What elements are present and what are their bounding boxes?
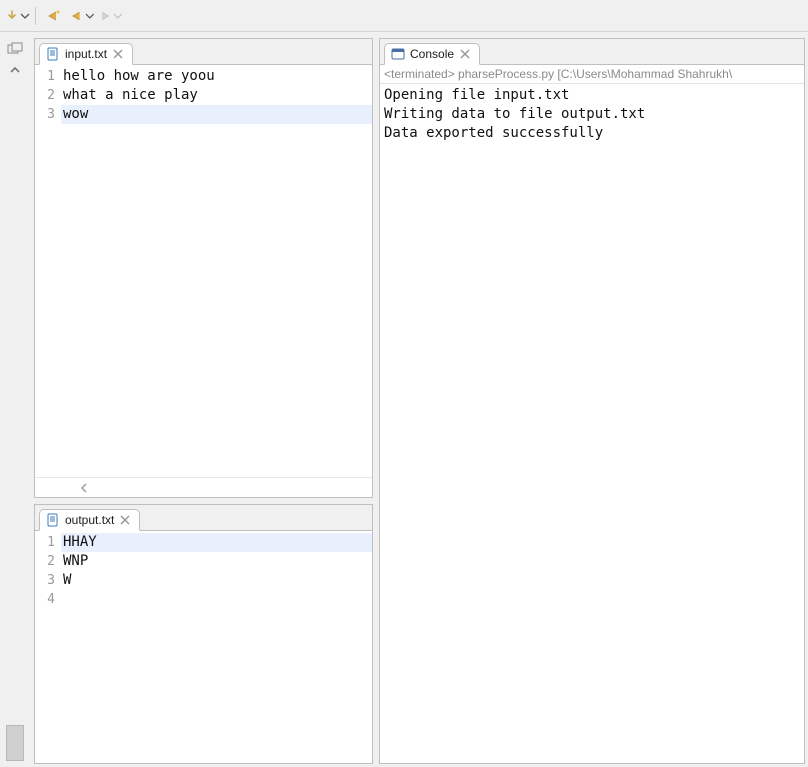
restore-view-button[interactable] [7,42,23,58]
line-content[interactable]: what a nice play [61,86,372,105]
close-icon[interactable] [112,48,124,60]
editor-line[interactable]: 1hello how are yoou [35,67,372,86]
editor-body-input[interactable]: 1hello how are yoou2what a nice play3wow [35,65,372,477]
editor-body-output[interactable]: 1HHAY2WNP3W4 [35,531,372,763]
tab-output-txt[interactable]: output.txt [39,509,140,531]
line-number: 3 [35,571,61,590]
line-number: 4 [35,590,61,609]
line-content[interactable]: wow [61,105,372,124]
toolbar-separator [35,7,36,25]
restore-window-icon [7,42,23,56]
editor-pane-output: output.txt 1HHAY2WNP3W4 [34,504,373,764]
line-content[interactable]: W [61,571,372,590]
line-content[interactable]: WNP [61,552,372,571]
editor-line[interactable]: 3wow [35,105,372,124]
close-icon[interactable] [119,514,131,526]
line-number: 2 [35,86,61,105]
console-body[interactable]: Opening file input.txt Writing data to f… [380,84,804,763]
editor-line[interactable]: 2what a nice play [35,86,372,105]
back-arrow-icon [69,9,84,23]
tab-label: output.txt [65,513,114,527]
console-column: Console <terminated> pharseProcess.py [C… [376,32,808,767]
tab-label: input.txt [65,47,107,61]
scroll-up-button[interactable] [7,64,23,80]
forward-arrow-icon [97,9,112,23]
nav-down-button[interactable] [4,4,30,28]
editor-column: input.txt 1hello how are yoou2what a nic… [30,32,376,767]
chevron-down-icon [113,11,123,21]
chevron-up-icon [9,64,21,76]
editor-line[interactable]: 3W [35,571,372,590]
line-content[interactable] [61,590,372,609]
nav-last-edit-button[interactable] [41,4,67,28]
console-pane: Console <terminated> pharseProcess.py [C… [379,38,805,764]
tab-label: Console [410,47,454,61]
tabbar-input: input.txt [35,39,372,65]
editor-line[interactable]: 1HHAY [35,533,372,552]
line-number: 1 [35,67,61,86]
line-number: 1 [35,533,61,552]
tab-input-txt[interactable]: input.txt [39,43,133,65]
console-icon [391,47,405,61]
text-file-icon [46,513,60,527]
line-content[interactable]: HHAY [61,533,372,552]
close-icon[interactable] [459,48,471,60]
chevron-left-icon [78,482,90,494]
chevron-down-icon [20,11,30,21]
editor-line[interactable]: 4 [35,590,372,609]
tabbar-console: Console [380,39,804,65]
editor-pane-input: input.txt 1hello how are yoou2what a nic… [34,38,373,498]
nav-forward-button[interactable] [97,4,123,28]
chevron-down-icon [85,11,95,21]
editor-line[interactable]: 2WNP [35,552,372,571]
sidebar-scroll-thumb[interactable] [6,725,24,761]
hscroll-left-button[interactable] [75,479,93,497]
text-file-icon [46,47,60,61]
main-toolbar [0,0,808,32]
console-status-line: <terminated> pharseProcess.py [C:\Users\… [380,65,804,84]
down-arrow-icon [5,9,19,23]
left-sidebar [0,32,30,767]
back-arrow-star-icon [46,9,62,23]
workspace: input.txt 1hello how are yoou2what a nic… [0,32,808,767]
tabbar-output: output.txt [35,505,372,531]
line-number: 2 [35,552,61,571]
hscroll-input [35,477,372,497]
tab-console[interactable]: Console [384,43,480,65]
line-content[interactable]: hello how are yoou [61,67,372,86]
line-number: 3 [35,105,61,124]
nav-back-button[interactable] [69,4,95,28]
